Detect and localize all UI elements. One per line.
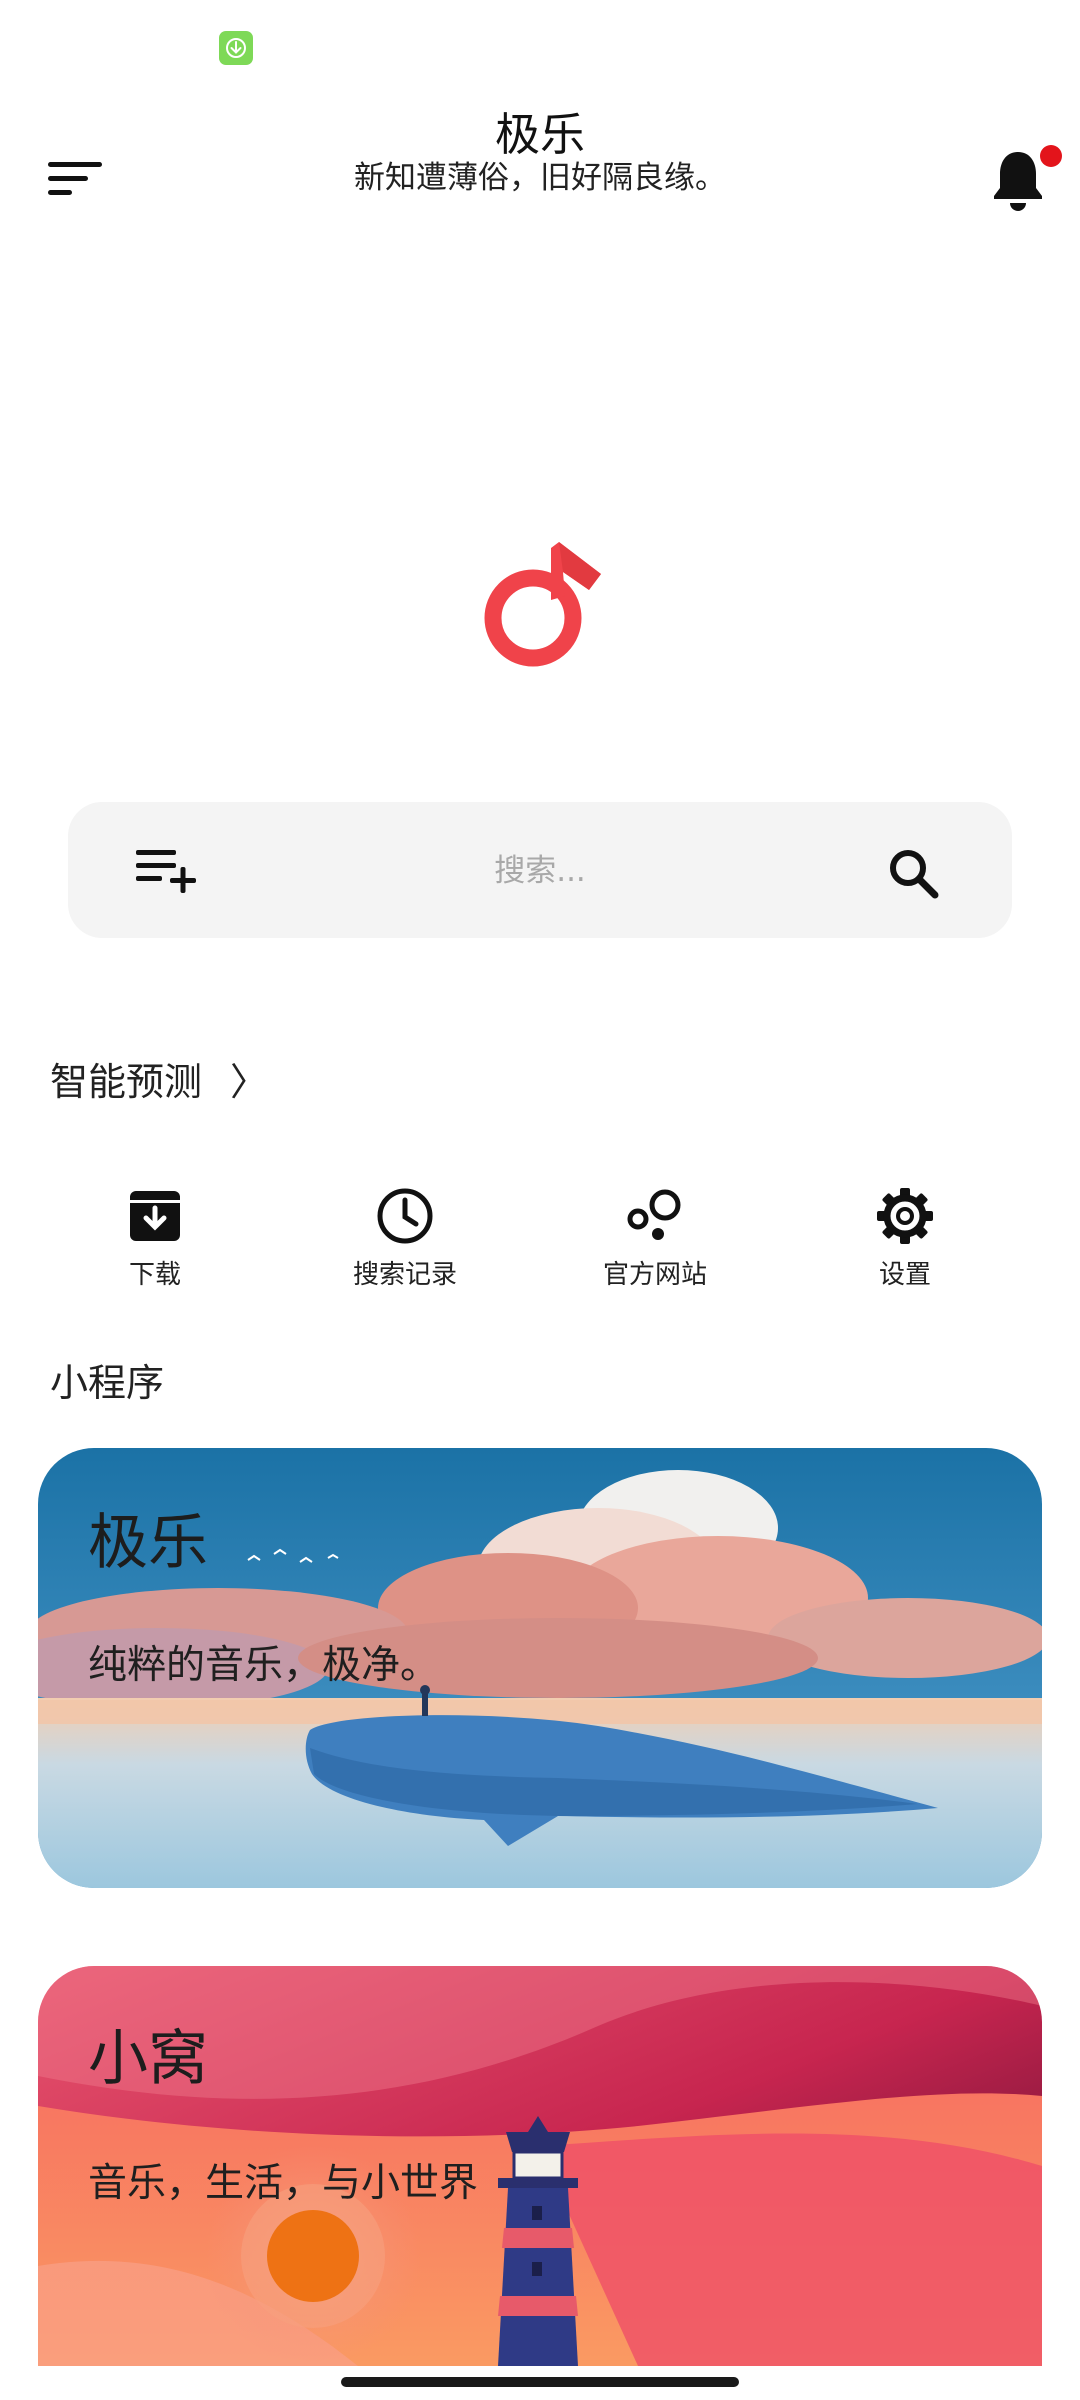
official-website-label: 官方网站 bbox=[602, 1260, 707, 1290]
playlist-add-icon[interactable] bbox=[136, 846, 198, 896]
settings-button[interactable]: 设置 bbox=[805, 1186, 1005, 1291]
download-button[interactable]: 下载 bbox=[55, 1186, 255, 1291]
clock-icon bbox=[377, 1188, 433, 1244]
search-input[interactable] bbox=[228, 832, 852, 910]
search-icon[interactable] bbox=[886, 846, 940, 900]
settings-label: 设置 bbox=[878, 1260, 931, 1290]
official-website-button[interactable]: 官方网站 bbox=[555, 1186, 755, 1291]
card-title-xiaowo: 小窝 bbox=[88, 2024, 208, 2094]
download-label: 下载 bbox=[128, 1260, 181, 1290]
mini-program-card-xiaowo[interactable]: 小窝 音乐，生活，与小世界 bbox=[38, 1966, 1042, 2366]
download-status-icon bbox=[219, 31, 253, 65]
notification-dot bbox=[1040, 145, 1062, 167]
search-history-button[interactable]: 搜索记录 bbox=[305, 1186, 505, 1291]
mini-programs-title: 小程序 bbox=[50, 1361, 165, 1405]
search-history-label: 搜索记录 bbox=[352, 1260, 457, 1290]
smart-predict-link[interactable]: 智能预测 〉 bbox=[50, 1050, 268, 1106]
search-bar bbox=[68, 802, 1012, 938]
chevron-right-icon: 〉 bbox=[230, 1059, 269, 1104]
smart-predict-label: 智能预测 bbox=[50, 1059, 203, 1104]
card-title-jile: 极乐 bbox=[88, 1508, 208, 1578]
home-indicator[interactable] bbox=[341, 2377, 739, 2387]
download-box-icon bbox=[130, 1191, 180, 1241]
bubbles-icon bbox=[627, 1189, 681, 1240]
quick-actions: 下载 搜索记录 官方网站 设置 bbox=[0, 1186, 1080, 1296]
bell-icon[interactable] bbox=[990, 148, 1046, 212]
music-note-logo-icon bbox=[475, 540, 605, 670]
home-screen: 极乐 新知遭薄俗，旧好隔良缘。 搜索... 智能预测 〉 下载 搜索记录 官方网… bbox=[0, 0, 1080, 2400]
mini-program-card-jile[interactable]: 极乐 纯粹的音乐，极净。 bbox=[38, 1448, 1042, 1888]
card-desc-xiaowo: 音乐，生活，与小世界 bbox=[88, 2161, 479, 2206]
gear-icon bbox=[877, 1188, 933, 1244]
card-desc-jile: 纯粹的音乐，极净。 bbox=[88, 1643, 440, 1688]
app-subtitle: 新知遭薄俗，旧好隔良缘。 bbox=[354, 160, 726, 196]
